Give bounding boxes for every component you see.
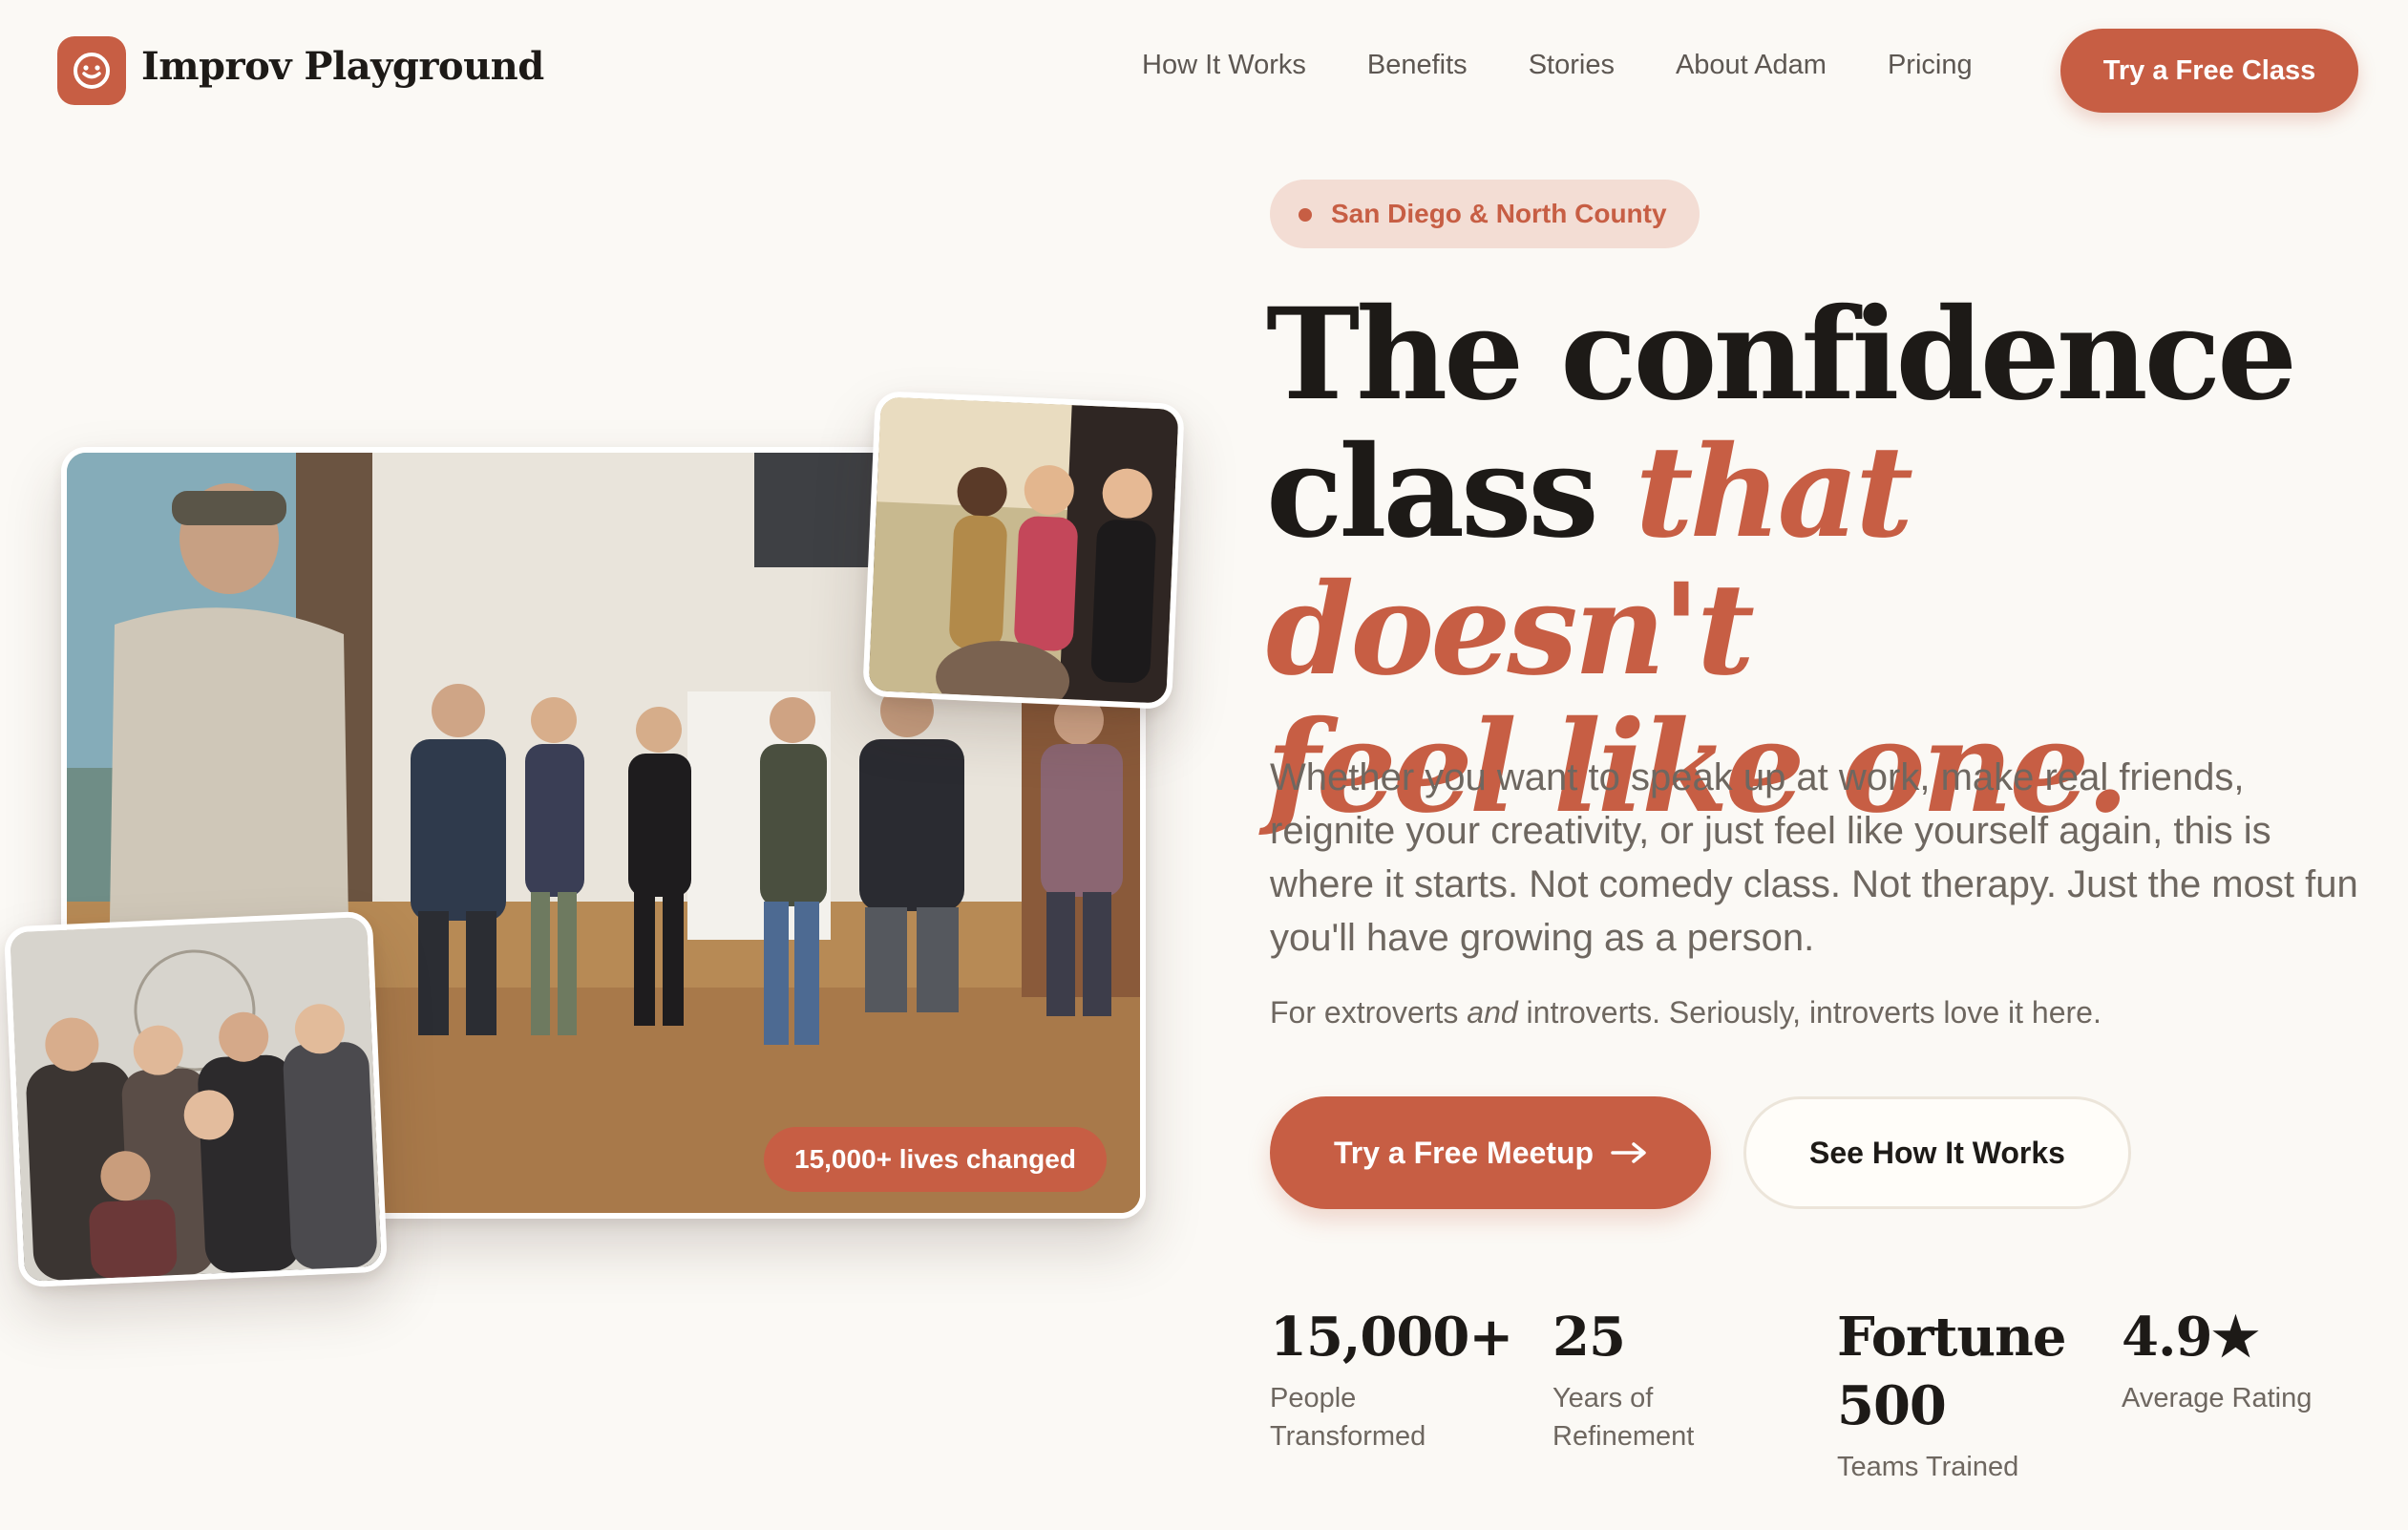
stat-average-rating: 4.9★ Average Rating — [2122, 1303, 2370, 1417]
hero-subtext: For extroverts and introverts. Seriously… — [1270, 991, 2368, 1033]
stat-label: Teams Trained — [1837, 1452, 2019, 1482]
try-free-meetup-button[interactable]: Try a Free Meetup — [1270, 1096, 1711, 1209]
stat-years-refinement: 25 Years of Refinement — [1553, 1303, 1801, 1456]
try-free-class-button[interactable]: Try a Free Class — [2060, 29, 2358, 113]
hero-description: Whether you want to speak up at work, ma… — [1270, 756, 2358, 959]
smiley-logo-icon[interactable] — [57, 36, 126, 105]
stat-value: 15,000+ — [1270, 1306, 1513, 1369]
headline-line-2-plain: class — [1266, 418, 1636, 566]
stat-fortune-500: Fortune 500 Teams Trained — [1837, 1303, 2085, 1486]
location-label: San Diego & North County — [1331, 199, 1667, 228]
subtext-suffix: introverts. Seriously, introverts love i… — [1517, 995, 2102, 1030]
main-nav: How It Works Benefits Stories About Adam… — [1142, 50, 2034, 81]
nav-stories[interactable]: Stories — [1529, 50, 1615, 81]
location-dot-icon — [1299, 208, 1312, 222]
site-header: Improv Playground How It Works Benefits … — [0, 0, 2408, 143]
stat-label: Average Rating — [2122, 1383, 2313, 1413]
nav-pricing[interactable]: Pricing — [1888, 50, 1973, 81]
troupe-group-photo — [3, 910, 389, 1288]
stat-label: Years of Refinement — [1553, 1383, 1695, 1452]
stat-value: 4.9★ — [2122, 1306, 2260, 1369]
women-performing-photo — [862, 391, 1185, 710]
brand-name[interactable]: Improv Playground — [141, 44, 544, 89]
lives-changed-badge: 15,000+ lives changed — [764, 1127, 1107, 1192]
headline-line-1: The confidence — [1266, 281, 2297, 429]
stat-value: 25 — [1553, 1306, 1626, 1369]
location-pill: San Diego & North County — [1270, 180, 1700, 248]
nav-benefits[interactable]: Benefits — [1367, 50, 1468, 81]
stat-people-transformed: 15,000+ People Transformed — [1270, 1303, 1518, 1456]
see-how-it-works-button[interactable]: See How It Works — [1743, 1096, 2131, 1209]
nav-about-adam[interactable]: About Adam — [1676, 50, 1827, 81]
stat-label: People Transformed — [1270, 1383, 1426, 1452]
arrow-right-icon — [1611, 1136, 1647, 1171]
nav-how-it-works[interactable]: How It Works — [1142, 50, 1306, 81]
try-free-meetup-label: Try a Free Meetup — [1333, 1135, 1595, 1170]
subtext-italic: and — [1467, 995, 1518, 1030]
stat-value: Fortune 500 — [1837, 1306, 2066, 1437]
subtext-prefix: For extroverts — [1270, 995, 1468, 1030]
